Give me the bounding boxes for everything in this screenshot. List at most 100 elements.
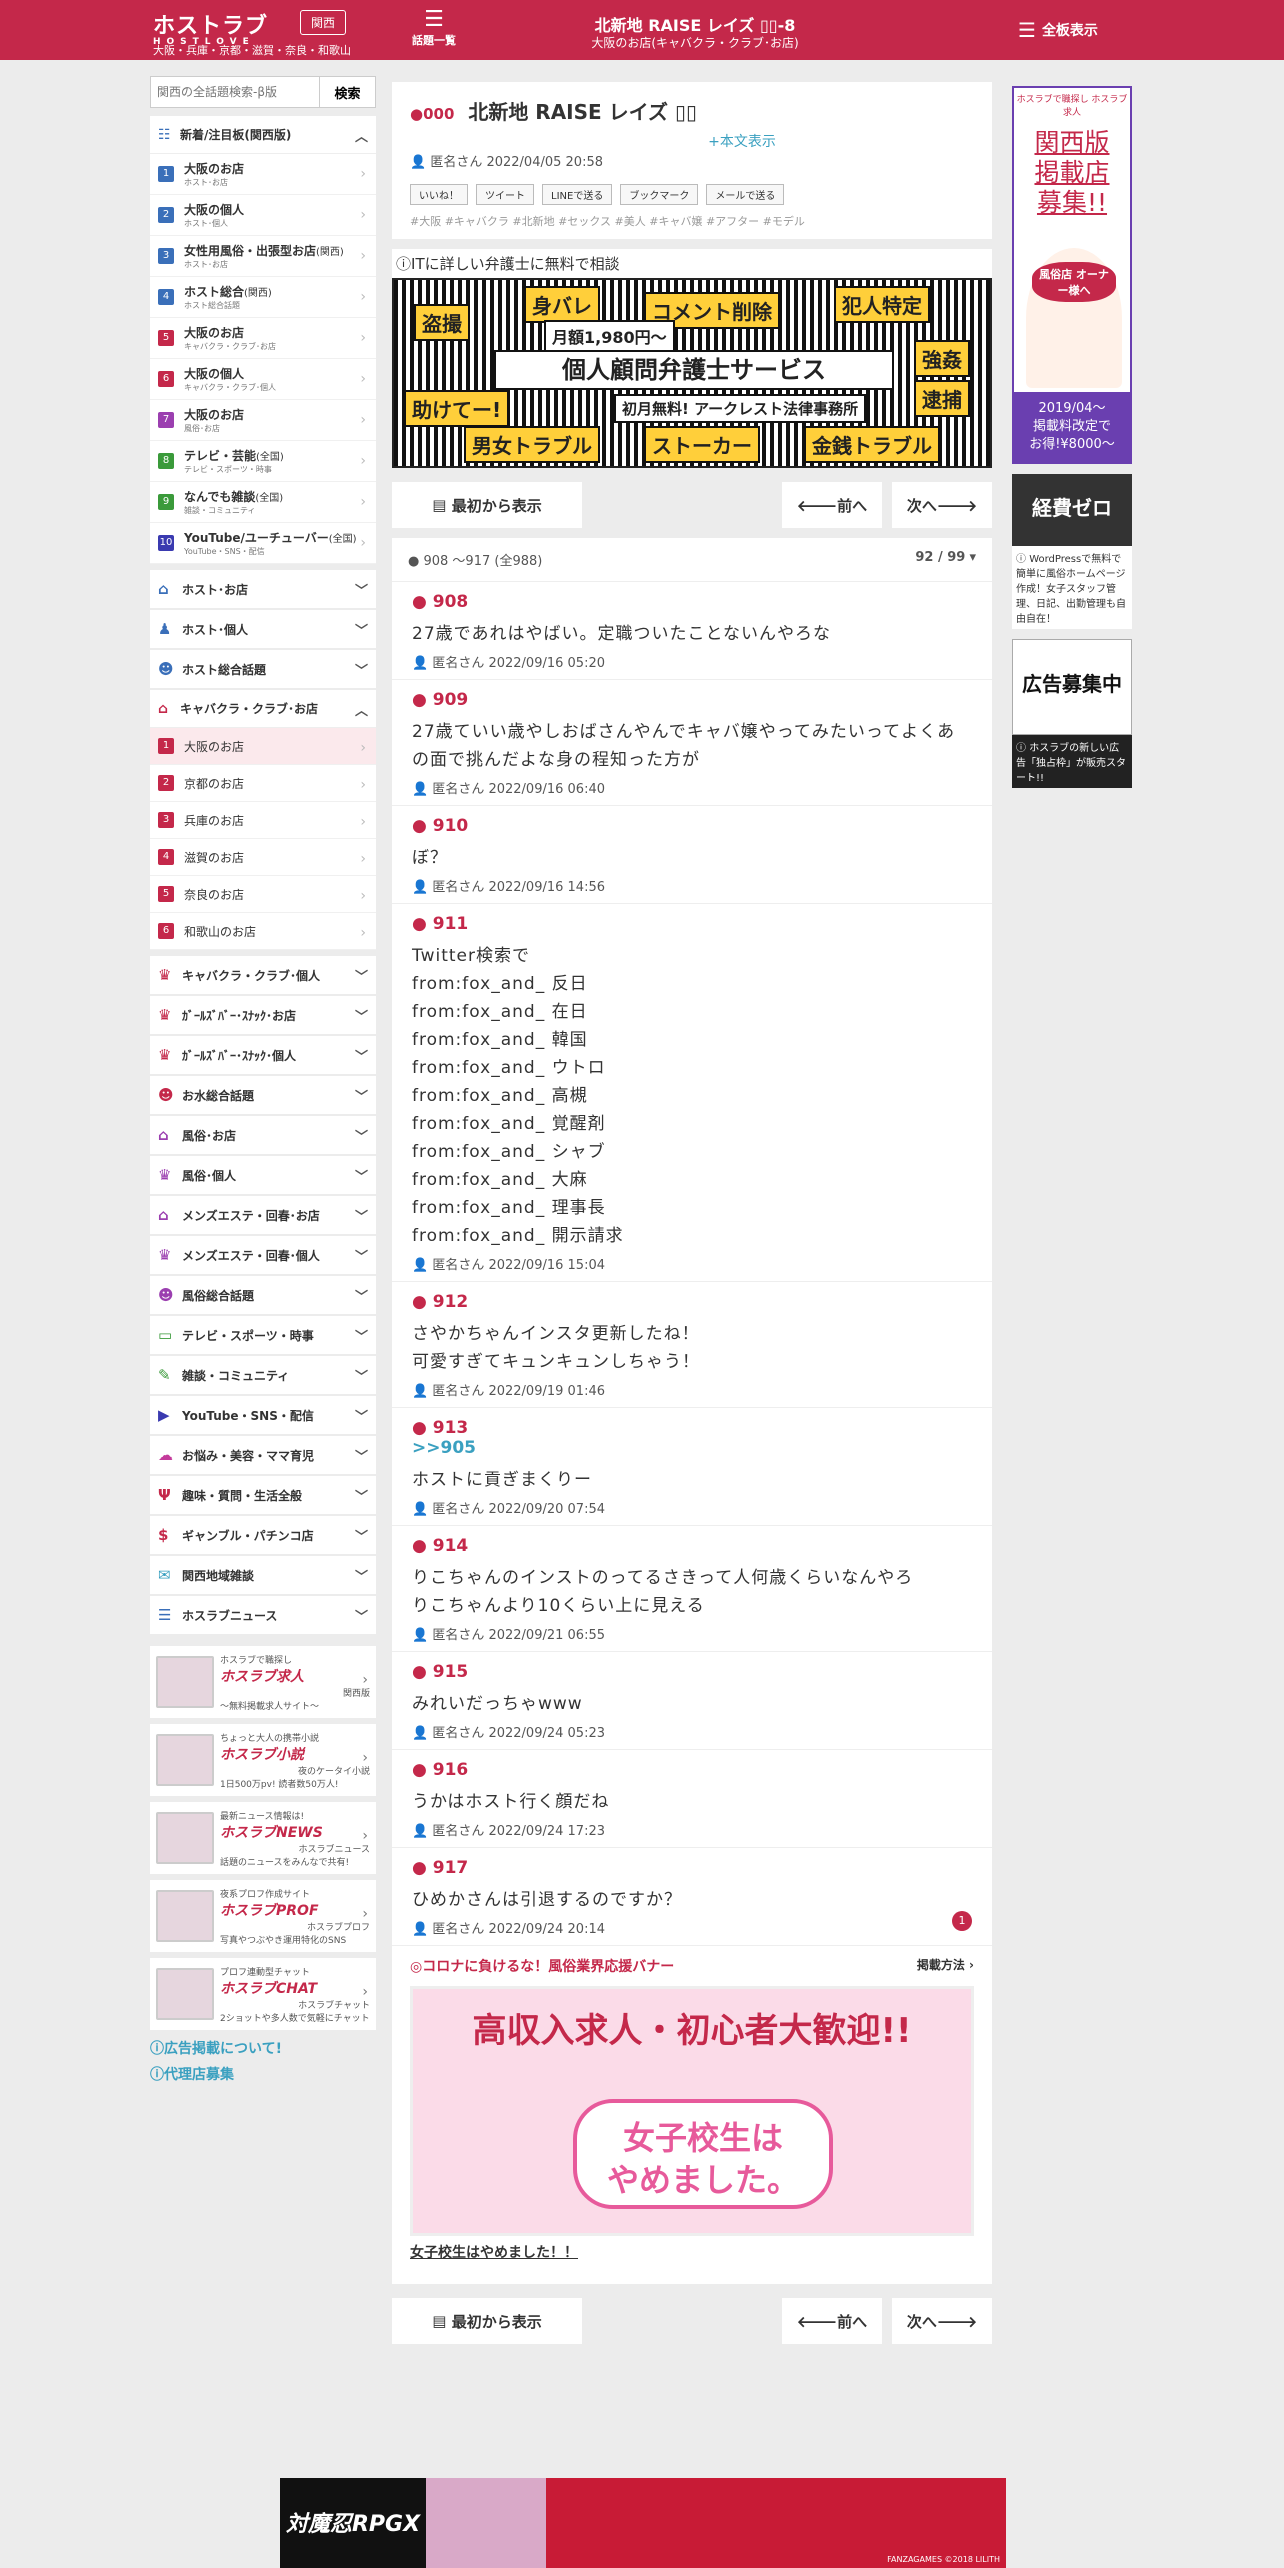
sidebar-item[interactable]: 4 ホスト総合(関西) ホスト総合話題 › (150, 277, 376, 318)
sidebar-item[interactable]: 5 大阪のお店 キャバクラ・クラブ･お店 › (150, 318, 376, 359)
promo-banner[interactable]: ホスラブで職探し ホスラブ求人 関西版 〜無料掲載求人サイト〜 › (150, 1646, 376, 1718)
comment-body: 27歳ていい歳やしおばさんやんでキャバ嬢やってみたいってよくあの面で挑んだよな身… (412, 722, 956, 770)
facebook-like-button[interactable]: いいね！ (410, 184, 468, 205)
category-item[interactable]: ⌂ 風俗･お店 ﹀ (150, 1116, 376, 1154)
rank-badge: 3 (158, 248, 174, 264)
recruit-ad[interactable]: ホスラブで職探し ホスラブ求人 関西版 掲載店 募集!! 風俗店 オーナー様へ … (1012, 86, 1132, 464)
comment: ● 915 みれいだっちゃwww 👤 匿名さん 2022/09/24 05:23 (392, 1652, 992, 1750)
category-item[interactable]: ☻ ホスト総合話題 ﹀ (150, 650, 376, 688)
agency-link[interactable]: ⓘ代理店募集 (150, 2064, 376, 2084)
sidebar-item[interactable]: 10 YouTube/ユーチューバー(全国) YouTube・SNS・配信 › (150, 523, 376, 564)
category-item[interactable]: Ψ 趣味・質問・生活全般 ﹀ (150, 1476, 376, 1514)
category-item[interactable]: ♛ ｶﾞｰﾙｽﾞﾊﾞｰ･ｽﾅｯｸ･お店 ﹀ (150, 996, 376, 1034)
prev-button[interactable]: 🡐 前へ (782, 482, 882, 528)
banner-link[interactable]: 女子校生はやめました！！ (392, 2236, 992, 2280)
sidebar-subitem[interactable]: 6 和歌山のお店 › (150, 913, 376, 950)
comment-number[interactable]: ● 908 (412, 592, 972, 612)
category-item[interactable]: ♟ ホスト･個人 ﹀ (150, 610, 376, 648)
next-button[interactable]: 次へ 🡒 (892, 482, 992, 528)
comment-number[interactable]: ● 916 (412, 1760, 972, 1780)
category-item[interactable]: $ ギャンブル・パチンコ店 ﹀ (150, 1516, 376, 1554)
comment-number[interactable]: ● 912 (412, 1292, 972, 1312)
category-item[interactable]: ▶ YouTube・SNS・配信 ﹀ (150, 1396, 376, 1434)
promo-banner[interactable]: 夜系プロフ作成サイト ホスラブPROF ホスラブプロフ 写真やつぶやき運用特化のSNS… (150, 1880, 376, 1952)
tweet-button[interactable]: ツイート (476, 184, 534, 205)
reply-count-badge[interactable]: 1 (952, 1911, 972, 1931)
sidebar-subitem[interactable]: 2 京都のお店 › (150, 765, 376, 802)
search-button[interactable]: 検索 (320, 76, 376, 108)
search-input[interactable] (150, 76, 320, 108)
thread-tags[interactable]: #大阪 #キャバクラ #北新地 #セックス #美人 #キャバ嬢 #アフター #モ… (392, 213, 992, 239)
show-body-link[interactable]: +本文表示 (492, 131, 992, 151)
category-item[interactable]: ⌂ メンズエステ・回春･お店 ﹀ (150, 1196, 376, 1234)
banner-method-link[interactable]: 掲載方法 › (917, 1956, 974, 1976)
category-item[interactable]: ♛ 風俗･個人 ﹀ (150, 1156, 376, 1194)
sidebar-item[interactable]: 2 大阪の個人 ホスト･個人 › (150, 195, 376, 236)
category-icon: ▶ (158, 1406, 170, 1424)
category-item[interactable]: ♛ メンズエステ・回春･個人 ﹀ (150, 1236, 376, 1274)
sidebar-item[interactable]: 3 女性用風俗・出張型お店(関西) ホスト･お店 › (150, 236, 376, 277)
promo-banner[interactable]: 最新ニュース情報は! ホスラブNEWS ホスラブニュース 話題のニュースをみんなで共有… (150, 1802, 376, 1874)
category-item[interactable]: ✉ 関西地域雑談 ﹀ (150, 1556, 376, 1594)
sidebar-item-label: なんでも雑談(全国) 雑談・コミュニティ (184, 490, 284, 515)
sidebar-item[interactable]: 9 なんでも雑談(全国) 雑談・コミュニティ › (150, 482, 376, 523)
category-item[interactable]: ☻ お水総合話題 ﹀ (150, 1076, 376, 1114)
region-areas: 大阪・兵庫・京都・滋賀・奈良・和歌山 (153, 44, 351, 57)
comment-number[interactable]: ● 910 (412, 816, 972, 836)
chevron-right-icon: › (360, 494, 366, 510)
region-badge[interactable]: 関西 (300, 10, 347, 35)
promo-banner[interactable]: プロフ連動型チャット ホスラブCHAT ホスラブチャット 2ショットや多人数で気軽にチ… (150, 1958, 376, 2030)
sidebar-item[interactable]: 8 テレビ・芸能(全国) テレビ・スポーツ・時事 › (150, 441, 376, 482)
from-start-button[interactable]: ▤ 最初から表示 (392, 2298, 582, 2344)
sidebar-subitem[interactable]: 1 大阪のお店 › (150, 728, 376, 765)
comment-number[interactable]: ● 915 (412, 1662, 972, 1682)
all-boards-button[interactable]: ☰ 全板表示 (1018, 18, 1098, 42)
quote-link[interactable]: >>905 (412, 1438, 972, 1458)
promo-banner[interactable]: ちょっと大人の携帯小説 ホスラブ小説 夜のケータイ小説 1日500万pv! 読者数50… (150, 1724, 376, 1796)
category-item[interactable]: ⌂ ホスト･お店 ﹀ (150, 570, 376, 608)
category-item[interactable]: ♛ キャバクラ・クラブ･個人 ﹀ (150, 956, 376, 994)
new-boards-heading[interactable]: ☷ 新着/注目板(関西版) ︿ (150, 116, 376, 154)
sidebar-item-label: 京都のお店 (184, 776, 245, 791)
category-item[interactable]: ☻ 風俗総合話題 ﹀ (150, 1276, 376, 1314)
sidebar-item[interactable]: 7 大阪のお店 風俗･お店 › (150, 400, 376, 441)
comment-author: 👤 匿名さん 2022/09/16 05:20 (412, 656, 605, 671)
category-item[interactable]: ☁ お悩み・美容・ママ育児 ﹀ (150, 1436, 376, 1474)
page-selector[interactable]: 92 / 99 ▾ (915, 550, 976, 569)
comment-number[interactable]: ● 911 (412, 914, 972, 934)
exclusive-ad[interactable]: 広告募集中 (1012, 639, 1132, 735)
category-item[interactable]: ♛ ｶﾞｰﾙｽﾞﾊﾞｰ･ｽﾅｯｸ･個人 ﹀ (150, 1036, 376, 1074)
next-button[interactable]: 次へ 🡒 (892, 2298, 992, 2344)
exclusive-ad-text[interactable]: ⓘ ホスラブの新しい広告「独占枠」が販売スタート!! (1012, 735, 1132, 788)
ad-heading[interactable]: ⓘITに詳しい弁護士に無料で相談 (392, 249, 992, 278)
comment-number[interactable]: ● 917 (412, 1858, 972, 1878)
ad-info-link[interactable]: ⓘ広告掲載について! (150, 2038, 376, 2058)
wordpress-ad-text[interactable]: ⓘ WordPressで無料で簡単に風俗ホームページ作成！女子スタッフ管理、日記… (1012, 546, 1132, 629)
bookmark-button[interactable]: ブックマーク (620, 184, 699, 205)
sidebar-item[interactable]: 1 大阪のお店 ホスト･お店 › (150, 154, 376, 195)
sidebar-subitem[interactable]: 4 滋賀のお店 › (150, 839, 376, 876)
wordpress-ad[interactable]: 経費ゼロ (1012, 474, 1132, 546)
comment-number[interactable]: ● 913 (412, 1418, 972, 1438)
bottom-game-ad[interactable]: 対魔忍RPGX FANZAGAMES ©2018 LILITH (280, 2478, 1006, 2568)
from-start-button[interactable]: ▤ 最初から表示 (392, 482, 582, 528)
sidebar-item[interactable]: 6 大阪の個人 キャバクラ・クラブ･個人 › (150, 359, 376, 400)
category-item[interactable]: ✎ 雑談・コミュニティ ﹀ (150, 1356, 376, 1394)
comment-body: りこちゃんのインストのってるさきって人何歳くらいなんやろ りこちゃんより10くら… (412, 1568, 914, 1616)
recruit-banner[interactable]: 高収入求人・初心者大歓迎!! 女子校生は やめました。 (410, 1986, 974, 2236)
category-icon: ☁ (158, 1446, 173, 1464)
comment-number[interactable]: ● 909 (412, 690, 972, 710)
mail-share-button[interactable]: メールで送る (706, 184, 785, 205)
comment-author: 👤 匿名さん 2022/09/21 06:55 (412, 1628, 605, 1643)
comment-body: うかはホスト行く顔だね (412, 1792, 610, 1812)
line-share-button[interactable]: LINEで送る (542, 184, 613, 205)
comment-number[interactable]: ● 914 (412, 1536, 972, 1556)
category-item[interactable]: ☰ ホスラブニュース ﹀ (150, 1596, 376, 1634)
sidebar-subitem[interactable]: 5 奈良のお店 › (150, 876, 376, 913)
category-item[interactable]: ▭ テレビ・スポーツ・時事 ﹀ (150, 1316, 376, 1354)
topics-list-button[interactable]: ☰ 話題一覧 (412, 8, 456, 48)
prev-button[interactable]: 🡐 前へ (782, 2298, 882, 2344)
sidebar-subitem[interactable]: 3 兵庫のお店 › (150, 802, 376, 839)
open-category-heading[interactable]: ⌂ キャバクラ・クラブ･お店 ︿ (150, 690, 376, 728)
lawyer-ad-banner[interactable]: 盗撮 身バレ コメント削除 犯人特定 強姦 助けてー! 逮捕 男女トラブル スト… (392, 278, 992, 468)
